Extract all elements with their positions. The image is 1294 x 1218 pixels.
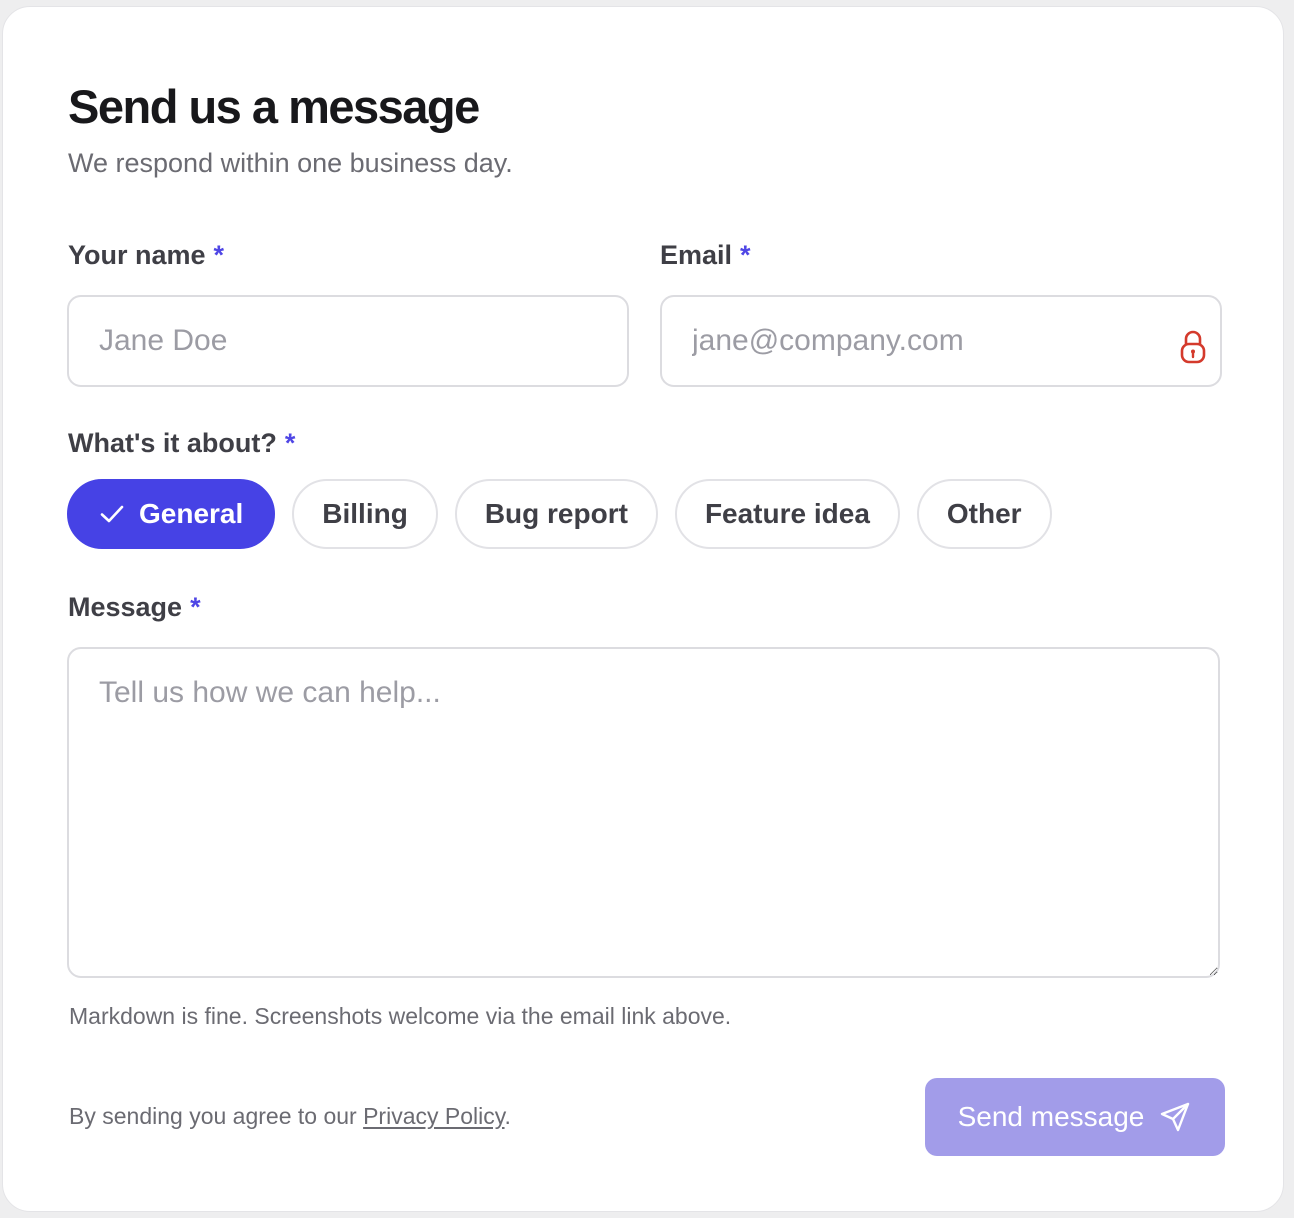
- required-marker: *: [213, 240, 225, 270]
- topic-label: What's it about? *: [68, 428, 295, 459]
- topic-chip-label: Billing: [322, 498, 408, 529]
- topic-chip-label: Other: [946, 498, 1022, 529]
- message-label: Message *: [68, 592, 201, 623]
- check-icon: [100, 505, 124, 523]
- topic-label-text: What's it about?: [68, 428, 277, 458]
- topic-chip-general[interactable]: General: [67, 479, 276, 549]
- topic-chip-feature-idea[interactable]: Feature idea: [674, 479, 900, 549]
- privacy-notice: By sending you agree to our Privacy Poli…: [69, 1103, 511, 1130]
- topic-chip-label: Feature idea: [704, 498, 870, 529]
- topic-chip-group: General Billing Bug report Feature idea …: [67, 479, 1052, 549]
- message-hint: Markdown is fine. Screenshots welcome vi…: [69, 1003, 732, 1029]
- form-subtitle: We respond within one business day.: [68, 148, 513, 178]
- send-message-label: Send message: [957, 1101, 1145, 1132]
- message-label-text: Message: [68, 592, 183, 622]
- message-textarea[interactable]: [67, 647, 1220, 978]
- topic-chip-other[interactable]: Other: [916, 479, 1052, 549]
- privacy-policy-link[interactable]: Privacy Policy: [363, 1103, 504, 1129]
- privacy-notice-prefix: By sending you agree to our: [69, 1103, 364, 1129]
- email-label-text: Email: [660, 240, 733, 270]
- topic-chip-label: Bug report: [484, 498, 628, 529]
- email-label: Email *: [660, 240, 751, 271]
- name-label: Your name *: [68, 240, 224, 271]
- form-title: Send us a message: [68, 80, 480, 133]
- privacy-notice-suffix: .: [504, 1103, 511, 1129]
- required-marker: *: [740, 240, 751, 270]
- contact-form-card: Send us a message We respond within one …: [2, 6, 1284, 1212]
- name-label-text: Your name: [68, 240, 206, 270]
- send-message-button[interactable]: Send message: [925, 1078, 1225, 1156]
- topic-chip-bug-report[interactable]: Bug report: [454, 479, 658, 549]
- topic-chip-billing[interactable]: Billing: [292, 479, 438, 549]
- lock-icon[interactable]: [1179, 329, 1207, 365]
- send-icon: [1161, 1102, 1190, 1132]
- required-marker: *: [190, 592, 201, 622]
- required-marker: *: [284, 428, 296, 458]
- email-input[interactable]: [660, 295, 1222, 387]
- topic-chip-label: General: [139, 498, 244, 529]
- name-input[interactable]: [67, 295, 629, 387]
